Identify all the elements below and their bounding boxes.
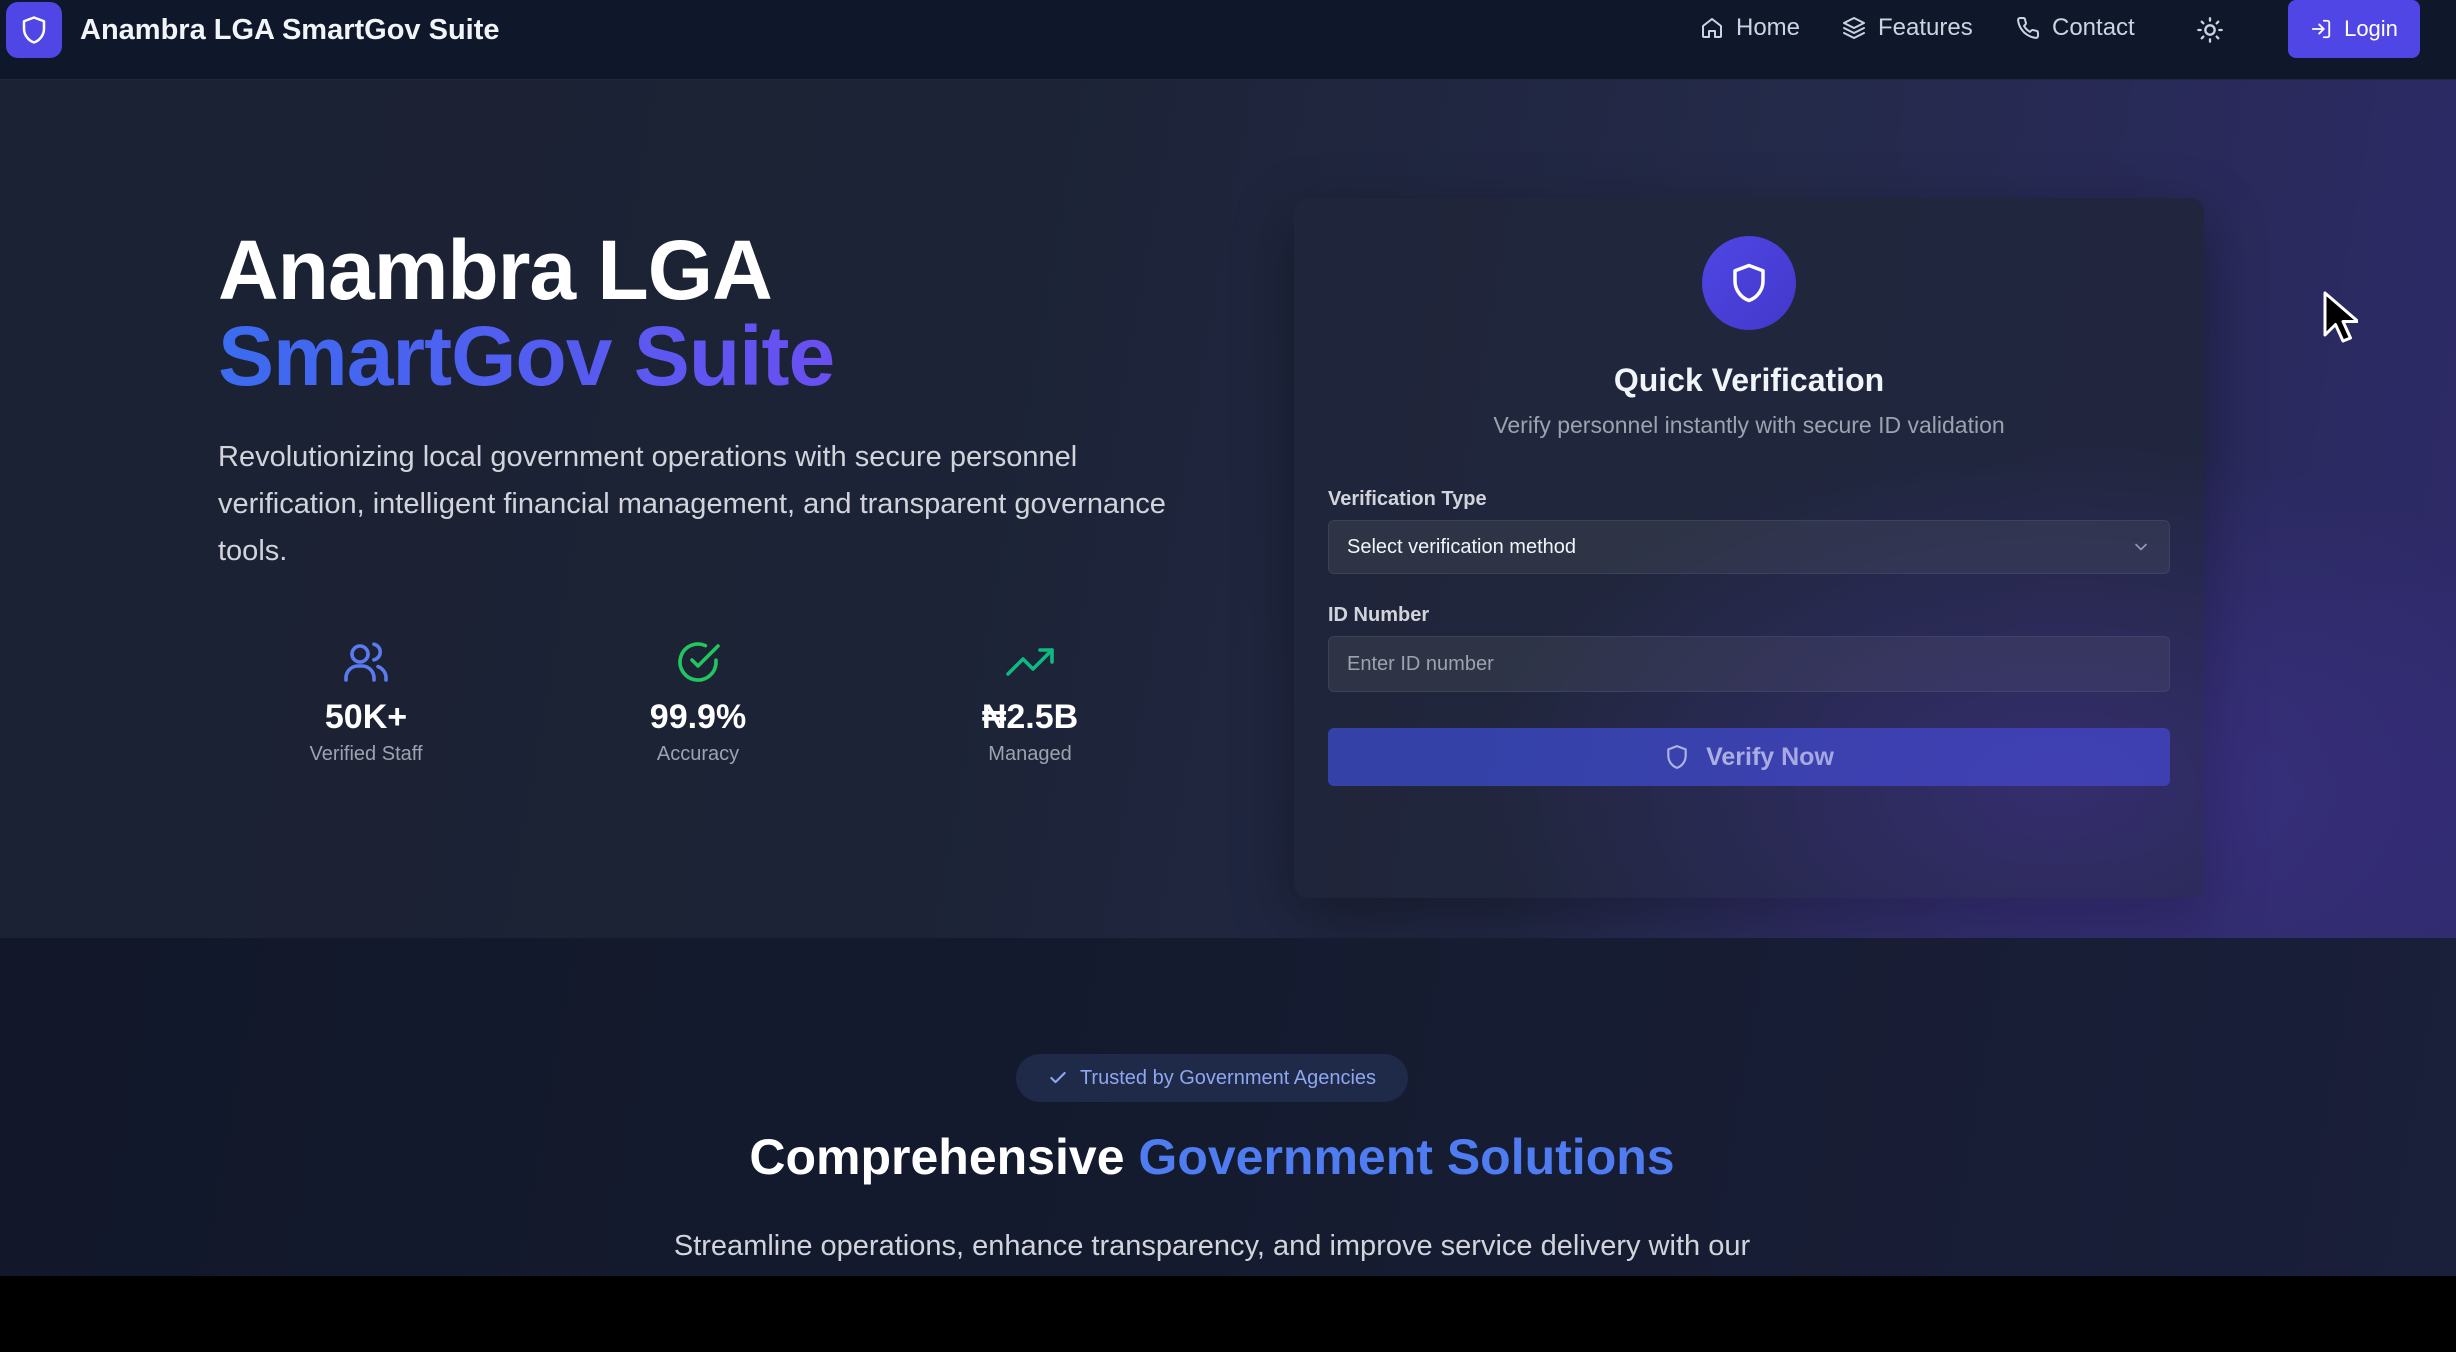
shield-icon <box>22 16 46 44</box>
stat-managed: ₦2.5B Managed <box>920 638 1140 766</box>
id-number-input[interactable] <box>1328 636 2170 692</box>
check-circle-icon <box>678 642 720 682</box>
nav-home-link[interactable]: Home <box>1700 14 1800 42</box>
hero-section: Anambra LGA SmartGov Suite Revolutionizi… <box>0 80 2456 938</box>
letterbox-bar <box>0 1276 2456 1352</box>
users-icon <box>344 642 388 682</box>
stat-label: Managed <box>988 743 1072 765</box>
trusted-badge-label: Trusted by Government Agencies <box>1079 1066 1377 1089</box>
trending-up-icon <box>1006 648 1054 676</box>
stat-accuracy: 99.9% Accuracy <box>588 638 808 766</box>
layers-icon <box>1843 17 1865 39</box>
hero-title-line1: Anambra LGA <box>218 223 773 317</box>
card-subtitle: Verify personnel instantly with secure I… <box>1493 412 2005 438</box>
nav-features-label: Features <box>1878 14 1973 41</box>
nav-contact-label: Contact <box>2052 14 2135 41</box>
section-title-accent: Government Solutions <box>1138 1129 1675 1185</box>
card-shield-badge <box>1702 236 1796 330</box>
stat-label: Verified Staff <box>309 743 423 765</box>
check-icon <box>1050 1071 1066 1084</box>
hero-description: Revolutionizing local government operati… <box>218 441 1166 567</box>
hero-title-line2: SmartGov Suite <box>218 309 835 403</box>
section-title: Comprehensive Government Solutions <box>0 1128 2424 1186</box>
phone-icon <box>2017 16 2040 39</box>
top-navbar: Anambra LGA SmartGov Suite Home Features… <box>0 0 2456 80</box>
section-title-plain: Comprehensive <box>749 1129 1125 1185</box>
nav-home-label: Home <box>1736 14 1801 41</box>
verify-now-label: Verify Now <box>1706 742 1834 771</box>
select-value: Select verification method <box>1347 535 1577 558</box>
trusted-badge: Trusted by Government Agencies <box>1016 1054 1408 1102</box>
stat-label: Accuracy <box>656 743 740 765</box>
chevron-down-icon <box>2135 543 2147 551</box>
login-button[interactable]: Login <box>2288 0 2420 58</box>
sun-icon[interactable] <box>2196 16 2224 44</box>
brand-name[interactable]: Anambra LGA SmartGov Suite <box>80 14 500 47</box>
home-icon <box>1702 18 1722 38</box>
login-icon <box>2311 19 2331 39</box>
verify-now-button[interactable]: Verify Now <box>1328 728 2170 786</box>
card-title: Quick Verification <box>1613 362 1885 398</box>
verification-type-select[interactable]: Select verification method <box>1328 520 2170 574</box>
shield-icon <box>1733 263 1765 303</box>
solutions-section: Trusted by Government Agencies Comprehen… <box>0 938 2456 1276</box>
stat-value: 50K+ <box>324 698 408 736</box>
nav-contact-link[interactable]: Contact <box>2016 14 2135 42</box>
stat-value: 99.9% <box>649 698 747 736</box>
section-description: Streamline operations, enhance transpare… <box>673 1230 1751 1262</box>
stat-value: ₦2.5B <box>981 698 1079 736</box>
mouse-cursor-icon <box>2323 291 2358 343</box>
id-number-label: ID Number <box>1328 604 1430 626</box>
quick-verification-card: Quick Verification Verify personnel inst… <box>1294 198 2204 898</box>
nav-features-link[interactable]: Features <box>1842 14 1973 42</box>
shield-icon <box>1667 745 1687 769</box>
app-logo[interactable] <box>6 2 62 58</box>
stat-verified-staff: 50K+ Verified Staff <box>256 638 476 766</box>
login-label: Login <box>2344 16 2398 41</box>
verification-type-label: Verification Type <box>1328 488 1487 510</box>
